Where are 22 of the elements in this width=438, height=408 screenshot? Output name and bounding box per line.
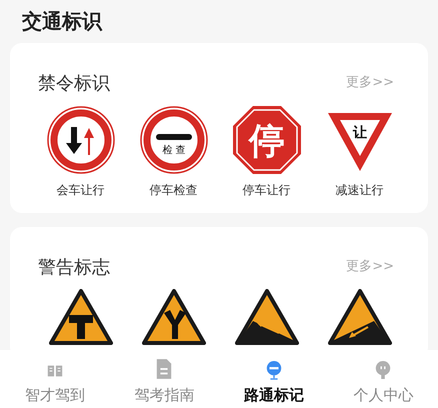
nav-tab[interactable]: 驾考指南 — [110, 350, 219, 408]
nav-tab[interactable]: 个人中心 — [328, 350, 438, 408]
road-sign-icon[interactable] — [234, 289, 298, 345]
page-title: 交通标识 — [21, 8, 104, 35]
sign-label: 减速让行 — [336, 182, 384, 199]
road-sign-icon[interactable] — [142, 289, 206, 345]
road-sign-icon[interactable] — [48, 289, 112, 345]
road-sign-icon[interactable]: 停 — [232, 105, 302, 175]
road-sign-icon[interactable] — [46, 105, 116, 175]
minus-circle-icon — [264, 360, 283, 380]
document-icon — [155, 358, 174, 380]
nav-tab[interactable]: 路通标记 — [219, 350, 328, 408]
more-link[interactable]: 更多>> — [346, 73, 394, 93]
more-link[interactable]: 更多>> — [346, 257, 394, 277]
road-sign-icon[interactable]: 检 查 — [138, 105, 208, 175]
road-sign-icon[interactable] — [328, 289, 392, 345]
section-title: 警告标志 — [38, 256, 110, 280]
sign-label: 停车检查 — [150, 182, 198, 199]
sign-label: 停车让行 — [242, 182, 290, 199]
nav-tab[interactable]: 智才驾到 — [0, 350, 110, 408]
sign-label: 会车让行 — [56, 182, 104, 199]
section-title: 禁令标识 — [38, 72, 110, 96]
